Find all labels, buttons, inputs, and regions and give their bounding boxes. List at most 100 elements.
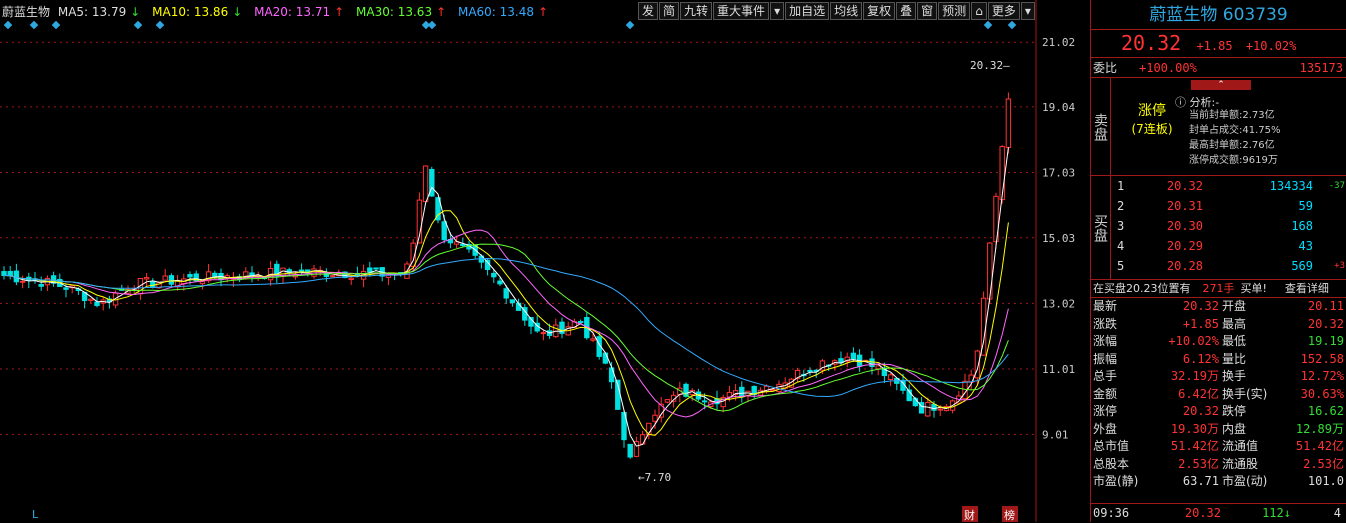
candle-body	[739, 386, 745, 398]
candle-body	[441, 221, 447, 241]
stat-label: 总手	[1093, 369, 1118, 383]
ma-legend: 蔚蓝生物 MA5: 13.79 ↓ MA10: 13.86 ↓ MA20: 13.7…	[2, 3, 556, 19]
stats-row: 振幅 6.12% 量比 152.58	[1091, 351, 1346, 369]
buy-price: 20.32	[1166, 179, 1203, 193]
stat-value: +10.02%	[1168, 334, 1219, 348]
stat-value: 51.42亿	[1295, 439, 1344, 453]
candle-body	[869, 358, 875, 367]
stats-row: 金额 6.42亿 换手(实) 30.63%	[1091, 386, 1346, 404]
axis-label: 21.02	[1042, 36, 1075, 49]
candle-body	[143, 277, 150, 280]
toolbar-btn-0[interactable]: 发	[638, 2, 659, 20]
axis-label: 17.03	[1042, 166, 1075, 179]
buy-level: 1	[1117, 179, 1125, 193]
toolbar-btn-6[interactable]: 均线	[830, 2, 863, 20]
toolbar-btn-9[interactable]: 窗	[917, 2, 938, 20]
stat-value: 101.0	[1307, 474, 1344, 488]
buy-level-row[interactable]: 5 20.28 569 +3	[1113, 256, 1346, 276]
weibi-row: 委比 +100.00% 135173	[1091, 57, 1346, 77]
toolbar-btn-12[interactable]: 更多	[987, 2, 1020, 20]
candle-body	[19, 280, 26, 283]
kline-chart[interactable]: 21.02 19.04 17.03 15.03 13.02 11.01 9.01 20.32—…	[0, 0, 1090, 522]
weibi-value: +100.00%	[1139, 61, 1197, 75]
stat-label: 最新	[1093, 299, 1118, 313]
candle-body	[875, 365, 881, 370]
stock-name: 蔚蓝生物	[2, 5, 51, 19]
buy-level-row[interactable]: 1 20.32 134334 -37	[1113, 176, 1346, 196]
stat-label: 流通值	[1222, 439, 1259, 453]
analysis-item: 最高封单额:2.76亿	[1189, 140, 1275, 151]
stat-label: 内盘	[1222, 421, 1247, 436]
kline-svg[interactable]: 21.02 19.04 17.03 15.03 13.02 11.01 9.01 20.32—…	[0, 0, 1090, 522]
toolbar-btn-7[interactable]: 复权	[863, 2, 896, 20]
axis-label: 11.01	[1042, 363, 1075, 376]
ma5-value: MA5: 13.79 ↓	[57, 5, 141, 19]
toolbar-btn-1[interactable]: 简	[659, 2, 680, 20]
stats-row: 最新 20.32 开盘 20.11	[1091, 298, 1346, 316]
toolbar-btn-10[interactable]: 预测	[938, 2, 971, 20]
collapse-button[interactable]: ⌃	[1191, 80, 1251, 90]
candle-body	[94, 301, 100, 306]
event-marker-icon	[983, 20, 993, 30]
toolbar-btn-8[interactable]: 叠	[896, 2, 917, 20]
stat-value: 2.53亿	[1303, 456, 1344, 471]
buy-level-row[interactable]: 3 20.30 168	[1113, 216, 1346, 236]
stat-label: 振幅	[1093, 351, 1118, 366]
toolbar-btn-13[interactable]: ▾	[1020, 2, 1035, 20]
candle-body	[329, 275, 336, 278]
buy-side-label: 买盘	[1091, 176, 1111, 280]
candle-body	[199, 281, 206, 285]
weibi-label: 委比	[1093, 61, 1118, 75]
stat-label: 金额	[1093, 386, 1118, 401]
event-marker-icon	[29, 20, 39, 30]
stats-table: 最新 20.32 开盘 20.11 涨跌 +1.85 最高 20.32 涨幅 +10.02% 最低 1…	[1091, 297, 1346, 491]
candle-body	[509, 299, 516, 304]
toolbar-btn-3[interactable]: 重大事件	[713, 2, 770, 20]
stock-header[interactable]: 蔚蓝生物 603739	[1091, 0, 1346, 30]
toolbar-btn-2[interactable]: 九转	[680, 2, 713, 20]
stat-label: 量比	[1222, 351, 1247, 366]
footer-row: 09:36 20.32 112↓ 4	[1091, 503, 1346, 522]
foot-price: 20.32	[1184, 506, 1221, 520]
candle-body	[348, 277, 354, 280]
foot-n: 4	[1333, 506, 1341, 520]
event-marker-icon	[133, 20, 143, 30]
candle-body	[987, 242, 993, 300]
ma20-line	[3, 229, 1009, 418]
notice-num: 271手	[1202, 282, 1235, 295]
stat-label: 换手(实)	[1222, 386, 1268, 401]
candle-body	[88, 298, 94, 301]
buy-price: 20.30	[1166, 219, 1203, 233]
stat-label: 涨幅	[1093, 334, 1118, 348]
candle-body	[925, 402, 931, 417]
buy-price: 20.31	[1166, 199, 1203, 213]
notice-text: 在买盘20.23位置有	[1093, 282, 1191, 295]
buy-volume: 59	[1298, 199, 1313, 213]
buy-level-row[interactable]: 4 20.29 43	[1113, 236, 1346, 256]
cai-badge: 财	[964, 508, 975, 522]
chart-toolbar: 发简九转 重大事件 ▾ 加自选 均线 复权叠窗预测 ⌂ 更多 ▾	[638, 2, 1036, 20]
stat-label: 开盘	[1222, 299, 1247, 313]
stat-label: 最低	[1222, 334, 1247, 348]
stat-value: 152.58	[1300, 351, 1344, 366]
stat-value: 19.19	[1307, 334, 1344, 348]
buy-level-row[interactable]: 2 20.31 59	[1113, 196, 1346, 216]
toolbar-btn-11[interactable]: ⌂	[971, 2, 987, 20]
analysis-list: 当前封单额:2.73亿 封单占成交:41.75% 最高封单额:2.76亿 涨停成交额:…	[1189, 108, 1281, 168]
analysis-item: 封单占成交:41.75%	[1189, 125, 1281, 136]
buy-volume: 134334	[1269, 179, 1313, 193]
toolbar-btn-4[interactable]: ▾	[770, 2, 785, 20]
price-row: 20.32 +1.85 +10.02%	[1091, 30, 1346, 57]
stat-value: 20.32	[1182, 299, 1219, 313]
event-marker-icon	[155, 20, 165, 30]
toolbar-btn-5[interactable]: 加自选	[785, 2, 830, 20]
candle-body	[652, 414, 658, 422]
stats-row: 涨跌 +1.85 最高 20.32	[1091, 316, 1346, 334]
ma20-value: MA20: 13.71 ↑	[254, 5, 345, 19]
candle-body	[850, 352, 857, 360]
notice-detail-link[interactable]: 查看详细	[1285, 280, 1329, 297]
high-label: 20.32—	[970, 59, 1010, 72]
candle-body	[627, 443, 633, 458]
candle-body	[701, 400, 708, 403]
stat-value: 12.72%	[1300, 369, 1344, 383]
